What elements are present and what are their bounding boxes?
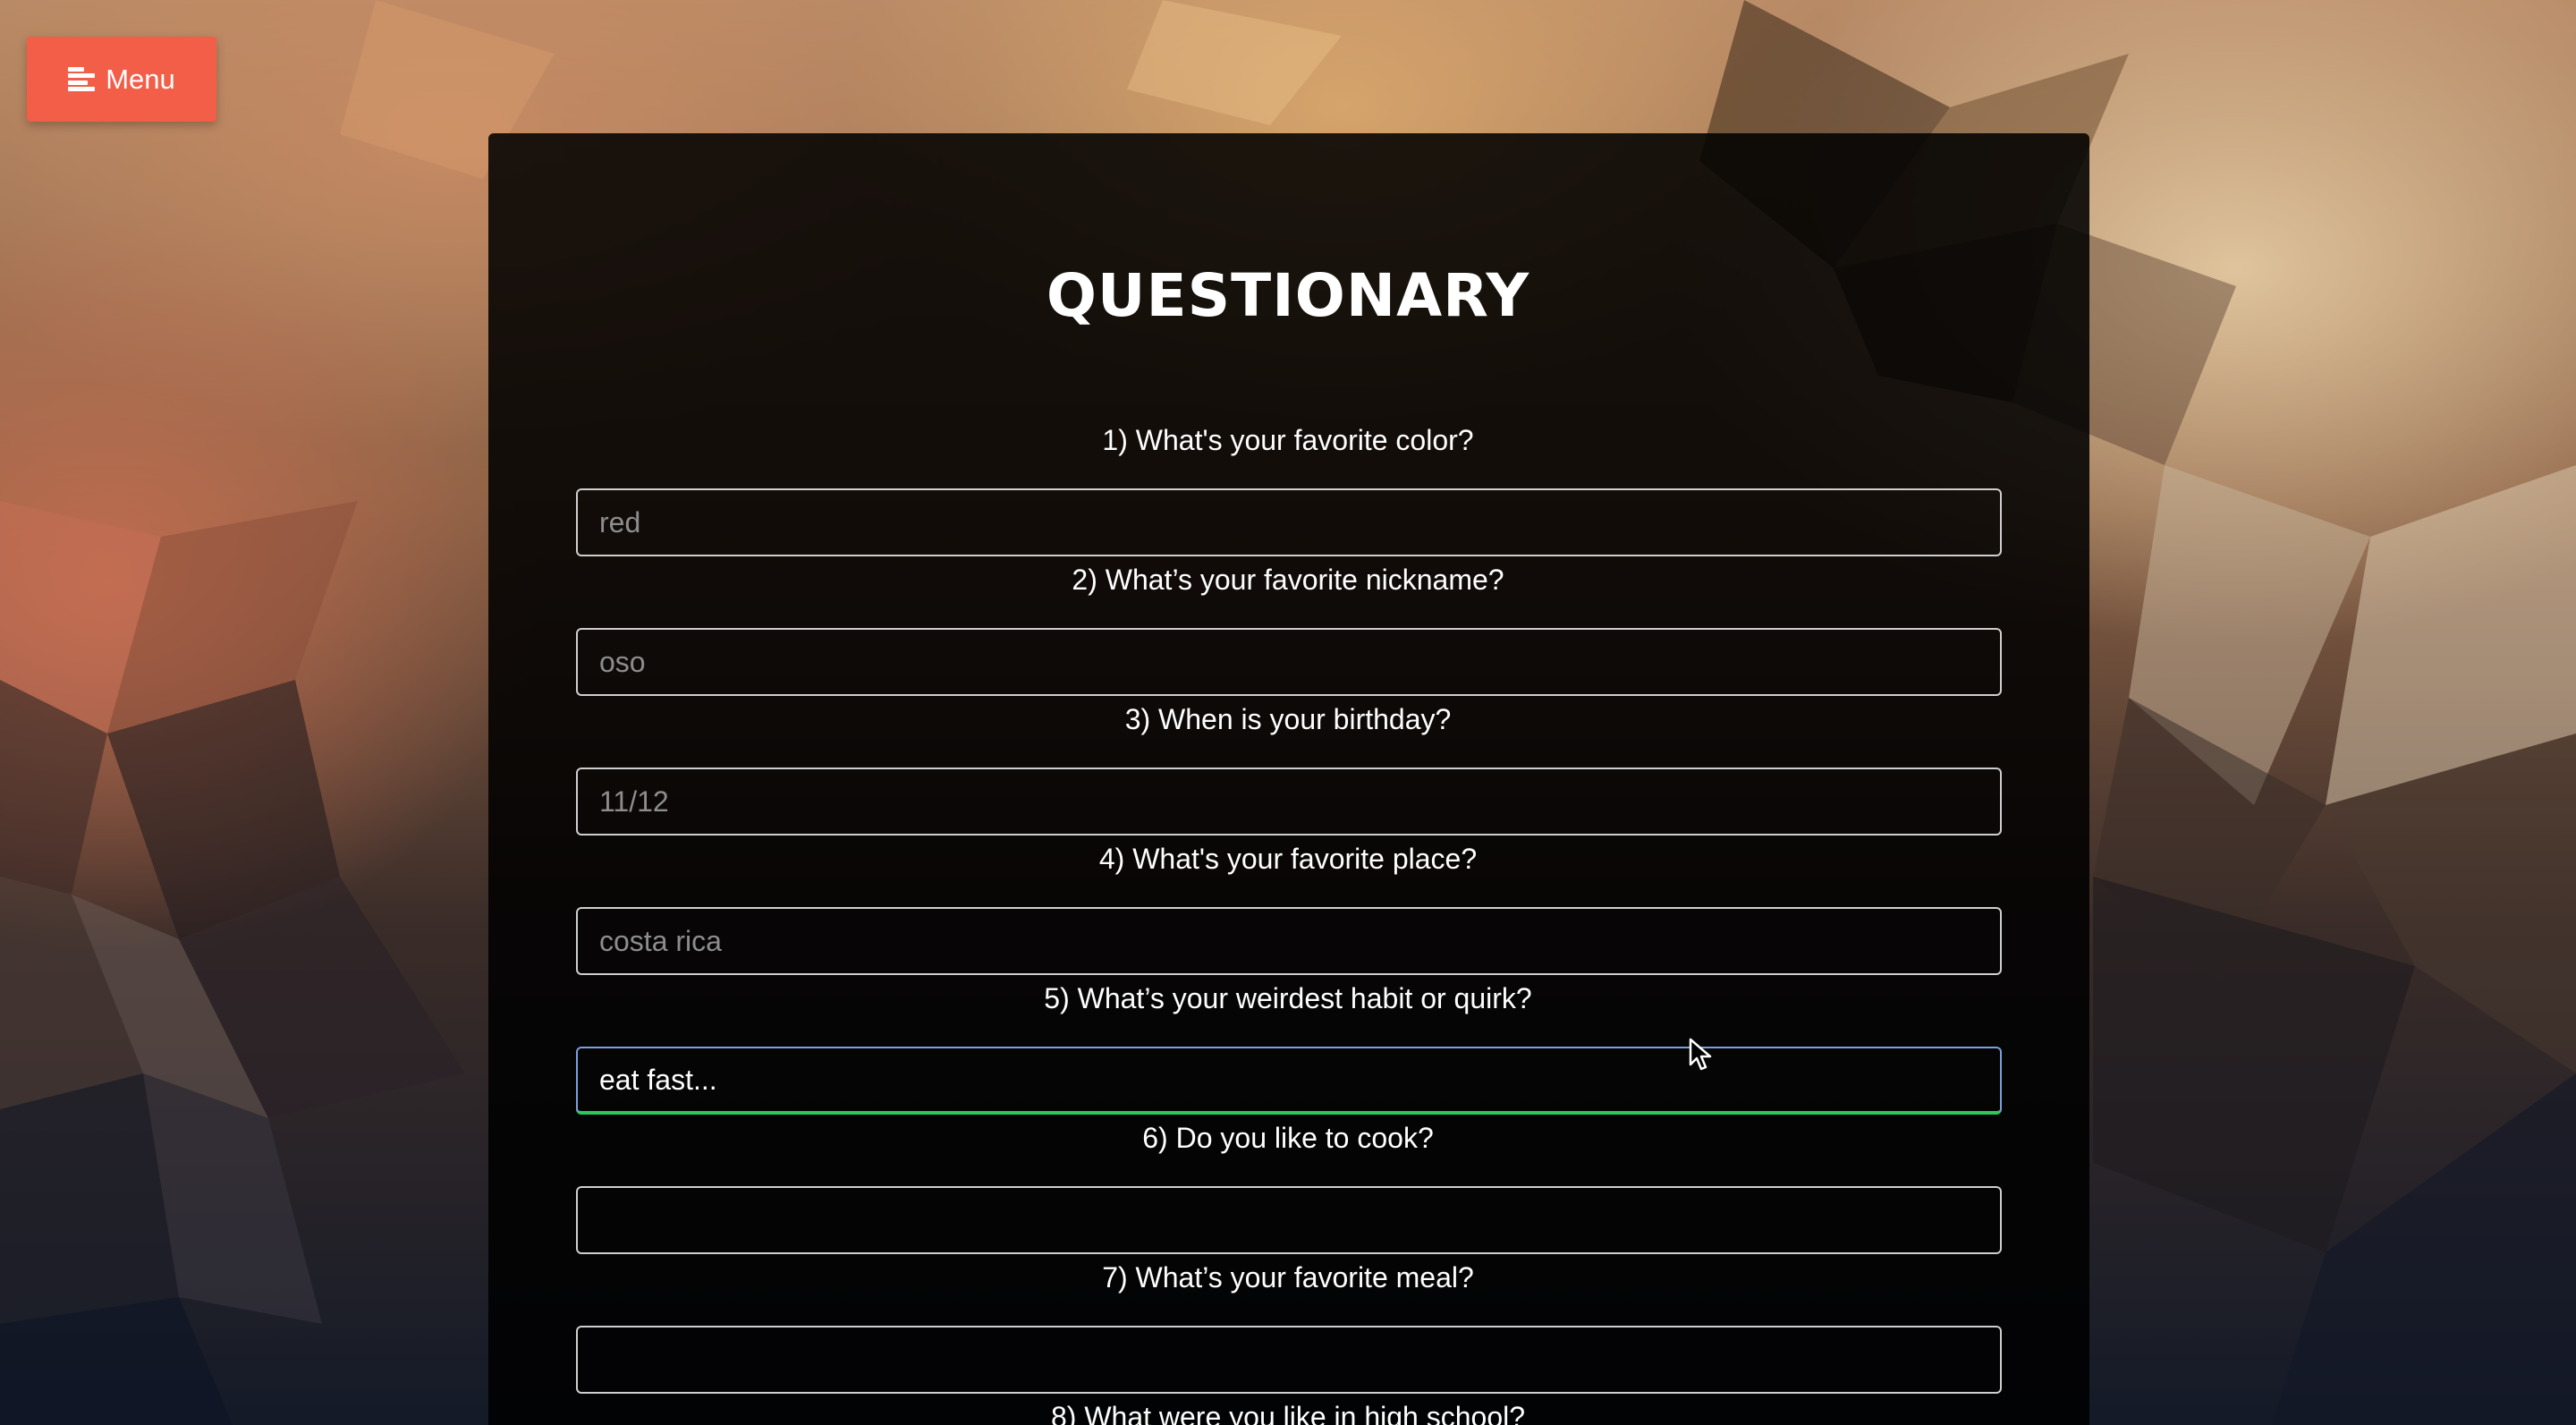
mouse-pointer-icon xyxy=(1689,1038,1712,1076)
like-to-cook-input[interactable] xyxy=(576,1186,2002,1254)
question-5-label: 5) What’s your weirdest habit or quirk? xyxy=(1044,982,1532,1014)
hamburger-icon xyxy=(68,66,96,92)
page-title: QUESTIONARY xyxy=(1046,261,1530,330)
birthday-input[interactable] xyxy=(576,768,2002,835)
favorite-meal-input[interactable] xyxy=(576,1326,2002,1394)
menu-button-label: Menu xyxy=(106,63,175,95)
question-1-label: 1) What's your favorite color? xyxy=(1102,424,1474,456)
question-2-label: 2) What’s your favorite nickname? xyxy=(1072,564,1504,596)
question-6-label: 6) Do you like to cook? xyxy=(1142,1122,1434,1154)
favorite-nickname-input[interactable] xyxy=(576,628,2002,696)
menu-button[interactable]: Menu xyxy=(27,37,216,122)
question-7-label: 7) What’s your favorite meal? xyxy=(1102,1261,1474,1294)
question-3-label: 3) When is your birthday? xyxy=(1124,703,1452,735)
weirdest-habit-input[interactable] xyxy=(576,1047,2002,1115)
question-4-label: 4) What's your favorite place? xyxy=(1098,843,1478,875)
question-8-label: 8) What were you like in high school? xyxy=(1050,1401,1526,1425)
favorite-place-input[interactable] xyxy=(576,907,2002,975)
favorite-color-input[interactable] xyxy=(576,488,2002,556)
